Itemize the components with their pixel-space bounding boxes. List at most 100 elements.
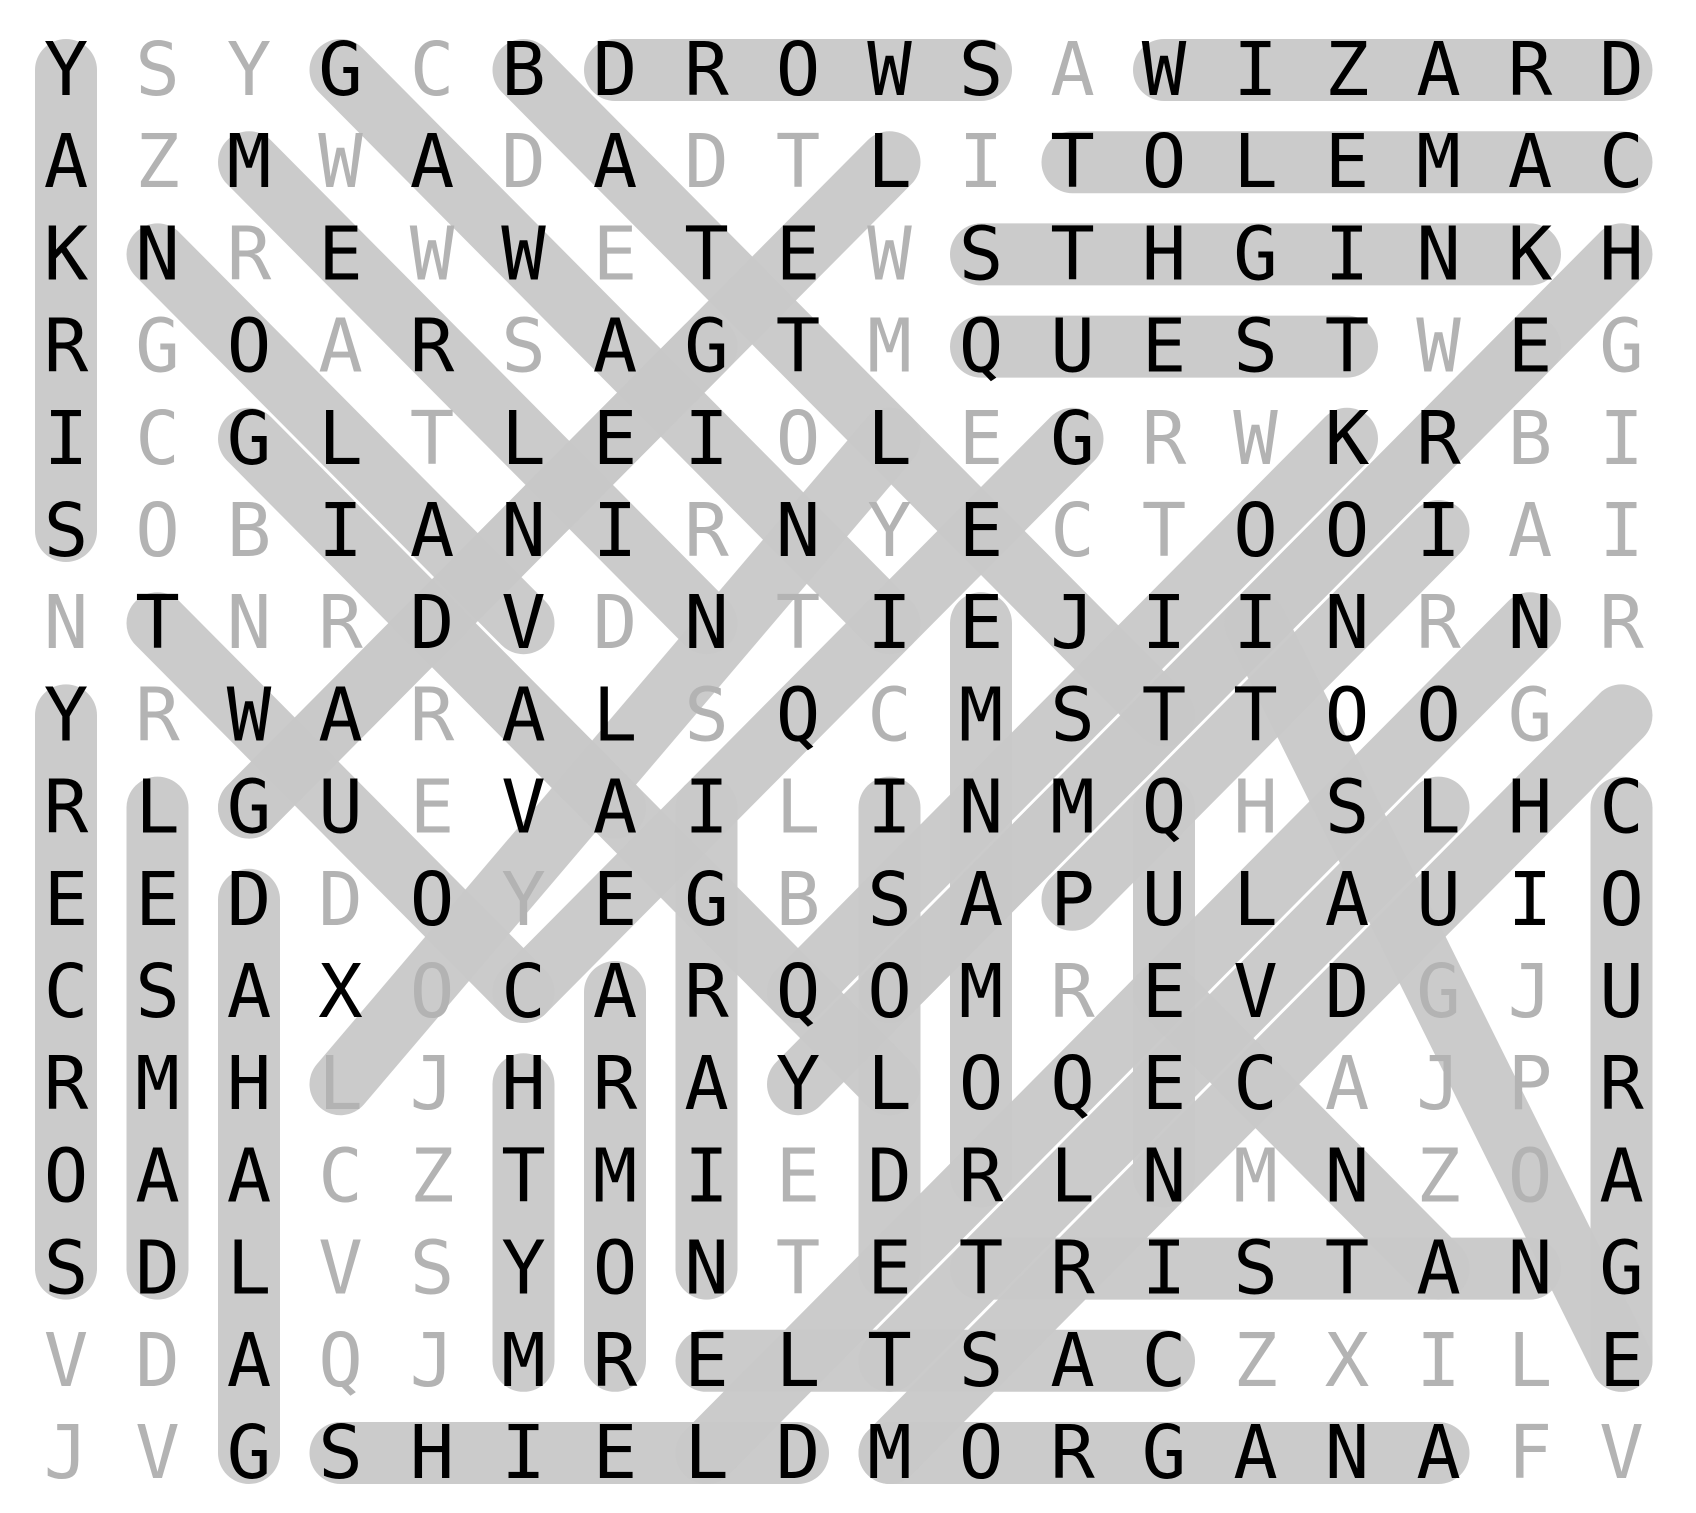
- letter-cell[interactable]: M: [1050, 765, 1095, 851]
- letter-cell[interactable]: J: [410, 1041, 455, 1127]
- letter-cell[interactable]: A: [1050, 1318, 1095, 1404]
- letter-cell[interactable]: N: [684, 580, 729, 666]
- letter-cell[interactable]: E: [776, 1133, 821, 1219]
- letter-cell[interactable]: D: [1599, 27, 1644, 113]
- letter-cell[interactable]: V: [44, 1318, 89, 1404]
- letter-cell[interactable]: T: [959, 1226, 1004, 1312]
- letter-cell[interactable]: D: [135, 1226, 180, 1312]
- letter-cell[interactable]: W: [1416, 304, 1461, 390]
- letter-cell[interactable]: V: [318, 1226, 363, 1312]
- letter-cell[interactable]: H: [1142, 211, 1187, 297]
- letter-cell[interactable]: B: [227, 488, 272, 574]
- letter-cell[interactable]: L: [1508, 1318, 1553, 1404]
- letter-cell[interactable]: C: [135, 396, 180, 482]
- letter-cell[interactable]: O: [1599, 857, 1644, 943]
- letter-cell[interactable]: I: [501, 1410, 546, 1496]
- letter-cell[interactable]: N: [1325, 1410, 1370, 1496]
- letter-cell[interactable]: R: [1416, 580, 1461, 666]
- letter-cell[interactable]: R: [410, 304, 455, 390]
- letter-cell[interactable]: L: [776, 765, 821, 851]
- letter-cell[interactable]: Q: [1142, 765, 1187, 851]
- letter-cell[interactable]: E: [1142, 1041, 1187, 1127]
- letter-cell[interactable]: S: [318, 1410, 363, 1496]
- letter-cell[interactable]: O: [1233, 488, 1278, 574]
- letter-cell[interactable]: U: [1416, 857, 1461, 943]
- letter-cell[interactable]: M: [135, 1041, 180, 1127]
- letter-cell[interactable]: G: [135, 304, 180, 390]
- letter-cell[interactable]: T: [867, 1318, 912, 1404]
- letter-cell[interactable]: S: [44, 1226, 89, 1312]
- letter-cell[interactable]: O: [1416, 672, 1461, 758]
- letter-cell[interactable]: N: [776, 488, 821, 574]
- letter-cell[interactable]: M: [959, 672, 1004, 758]
- letter-cell[interactable]: B: [776, 857, 821, 943]
- letter-cell[interactable]: D: [318, 857, 363, 943]
- letter-cell[interactable]: S: [501, 304, 546, 390]
- letter-cell[interactable]: C: [1233, 1041, 1278, 1127]
- letter-cell[interactable]: A: [1508, 119, 1553, 205]
- letter-cell[interactable]: S: [44, 488, 89, 574]
- letter-cell[interactable]: B: [1508, 396, 1553, 482]
- letter-cell[interactable]: C: [1599, 765, 1644, 851]
- letter-cell[interactable]: M: [867, 304, 912, 390]
- letter-cell[interactable]: N: [44, 580, 89, 666]
- letter-cell[interactable]: M: [227, 119, 272, 205]
- letter-cell[interactable]: T: [684, 211, 729, 297]
- letter-cell[interactable]: R: [959, 1133, 1004, 1219]
- letter-cell[interactable]: Q: [318, 1318, 363, 1404]
- letter-cell[interactable]: E: [959, 488, 1004, 574]
- letter-cell[interactable]: A: [44, 119, 89, 205]
- letter-cell[interactable]: L: [776, 1318, 821, 1404]
- letter-cell[interactable]: Q: [959, 304, 1004, 390]
- letter-cell[interactable]: E: [593, 396, 638, 482]
- letter-cell[interactable]: O: [776, 27, 821, 113]
- letter-cell[interactable]: S: [410, 1226, 455, 1312]
- letter-cell[interactable]: E: [1142, 304, 1187, 390]
- letter-cell[interactable]: W: [867, 211, 912, 297]
- letter-cell[interactable]: A: [1416, 1410, 1461, 1496]
- letter-cell[interactable]: E: [684, 1318, 729, 1404]
- letter-cell[interactable]: V: [1233, 949, 1278, 1035]
- letter-cell[interactable]: D: [684, 119, 729, 205]
- letter-cell[interactable]: W: [1233, 396, 1278, 482]
- letter-cell[interactable]: T: [1325, 1226, 1370, 1312]
- letter-cell[interactable]: A: [410, 119, 455, 205]
- letter-cell[interactable]: S: [867, 857, 912, 943]
- letter-cell[interactable]: G: [1508, 672, 1553, 758]
- letter-cell[interactable]: A: [318, 304, 363, 390]
- letter-cell[interactable]: B: [501, 27, 546, 113]
- letter-cell[interactable]: A: [318, 672, 363, 758]
- letter-cell[interactable]: R: [1050, 949, 1095, 1035]
- letter-cell[interactable]: A: [593, 304, 638, 390]
- letter-cell[interactable]: E: [593, 211, 638, 297]
- letter-cell[interactable]: L: [593, 672, 638, 758]
- letter-cell[interactable]: O: [959, 1410, 1004, 1496]
- letter-cell[interactable]: S: [959, 211, 1004, 297]
- letter-cell[interactable]: L: [318, 396, 363, 482]
- letter-cell[interactable]: O: [1508, 1133, 1553, 1219]
- letter-cell[interactable]: R: [684, 949, 729, 1035]
- letter-cell[interactable]: I: [684, 1133, 729, 1219]
- letter-cell[interactable]: V: [501, 580, 546, 666]
- letter-cell[interactable]: J: [410, 1318, 455, 1404]
- letter-cell[interactable]: M: [593, 1133, 638, 1219]
- letter-cell[interactable]: S: [1050, 672, 1095, 758]
- letter-cell[interactable]: O: [959, 1041, 1004, 1127]
- letter-cell[interactable]: R: [684, 27, 729, 113]
- letter-cell[interactable]: J: [1416, 1041, 1461, 1127]
- letter-cell[interactable]: C: [501, 949, 546, 1035]
- letter-cell[interactable]: G: [1050, 396, 1095, 482]
- letter-cell[interactable]: E: [959, 580, 1004, 666]
- letter-cell[interactable]: G: [1416, 949, 1461, 1035]
- letter-cell[interactable]: A: [227, 1133, 272, 1219]
- letter-cell[interactable]: L: [227, 1226, 272, 1312]
- letter-cell[interactable]: Y: [867, 488, 912, 574]
- letter-cell[interactable]: T: [776, 580, 821, 666]
- letter-cell[interactable]: F: [1508, 1410, 1553, 1496]
- letter-cell[interactable]: N: [1416, 211, 1461, 297]
- letter-cell[interactable]: S: [1233, 1226, 1278, 1312]
- letter-cell[interactable]: Y: [501, 1226, 546, 1312]
- letter-cell[interactable]: G: [1233, 211, 1278, 297]
- letter-cell[interactable]: O: [135, 488, 180, 574]
- letter-cell[interactable]: Y: [227, 27, 272, 113]
